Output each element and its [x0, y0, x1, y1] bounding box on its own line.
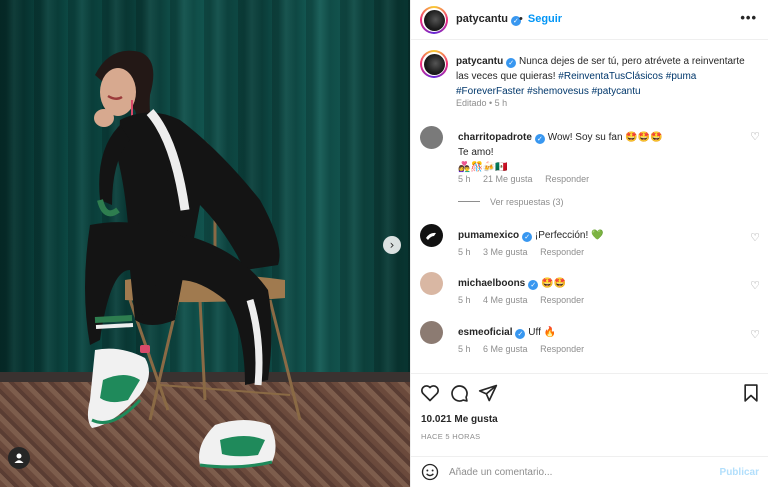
- edited-timestamp: Editado • 5 h: [456, 98, 508, 108]
- view-replies-label: Ver respuestas (3): [490, 197, 564, 207]
- caption-avatar[interactable]: [420, 50, 448, 78]
- comment-username[interactable]: charritopadrote: [458, 132, 532, 143]
- more-options-icon[interactable]: •••: [740, 10, 757, 25]
- comment-body-line-2: Te amo!: [458, 147, 494, 158]
- comment-body: Uff 🔥: [528, 327, 557, 338]
- comment-body: 🤩🤩: [541, 278, 566, 289]
- verified-badge-icon: ✓: [534, 134, 545, 144]
- reply-button[interactable]: Responder: [545, 174, 589, 184]
- post-time[interactable]: HACE 5 HORAS: [421, 432, 480, 441]
- comment-time[interactable]: 5 h: [458, 174, 471, 184]
- comment-heart-icon[interactable]: ♡: [750, 328, 760, 341]
- comment-heart-icon[interactable]: ♡: [750, 231, 760, 244]
- comment-text: charritopadrote ✓ Wow! Soy su fan 🤩🤩🤩 Te …: [458, 130, 748, 175]
- comment-heart-icon[interactable]: ♡: [750, 130, 760, 143]
- follow-label: Seguir: [527, 13, 563, 25]
- hashtag-link[interactable]: #ForeverFaster: [456, 86, 524, 97]
- comment-avatar[interactable]: [420, 321, 443, 344]
- comment-time[interactable]: 5 h: [458, 247, 471, 257]
- replies-line: [458, 201, 480, 202]
- emoji-icon[interactable]: [421, 463, 439, 481]
- comment-likes[interactable]: 6 Me gusta: [483, 344, 528, 354]
- user-tag-icon[interactable]: [8, 447, 30, 469]
- comment-likes[interactable]: 4 Me gusta: [483, 295, 528, 305]
- post-image[interactable]: ›: [0, 0, 410, 487]
- comment-heart-icon[interactable]: ♡: [750, 279, 760, 292]
- verified-badge-icon: ✓: [528, 280, 539, 290]
- hashtag-link[interactable]: #puma: [666, 71, 697, 82]
- verified-badge-icon: ✓: [515, 329, 526, 339]
- author-avatar[interactable]: [420, 6, 448, 34]
- caption-username[interactable]: patycantu: [456, 56, 503, 67]
- comment-body: Wow! Soy su fan 🤩🤩🤩: [547, 132, 663, 143]
- reply-button[interactable]: Responder: [540, 344, 584, 354]
- post-actions: 10.021 Me gusta HACE 5 HORAS Publicar: [411, 373, 768, 486]
- comment-time[interactable]: 5 h: [458, 344, 471, 354]
- comment-username[interactable]: pumamexico: [458, 230, 519, 241]
- separator-dot: •: [519, 13, 523, 25]
- comment-meta: 5 h 6 Me gusta Responder: [458, 344, 594, 354]
- comment-likes[interactable]: 3 Me gusta: [483, 247, 528, 257]
- comment-body: ¡Perfección! 💚: [534, 230, 604, 241]
- follow-button[interactable]: • Seguir: [519, 13, 562, 25]
- comment-text: michaelboons ✓ 🤩🤩: [458, 276, 748, 291]
- comment-text: pumamexico ✓ ¡Perfección! 💚: [458, 228, 748, 243]
- comment-input[interactable]: [449, 463, 699, 481]
- comment-meta: 5 h 21 Me gusta Responder: [458, 174, 599, 184]
- verified-badge-icon: ✓: [522, 232, 533, 242]
- comment-username[interactable]: michaelboons: [458, 278, 525, 289]
- comment-bar: Publicar: [411, 456, 768, 487]
- verified-badge-icon: ✓: [506, 58, 517, 68]
- chevron-right-icon[interactable]: ›: [383, 236, 401, 254]
- reply-button[interactable]: Responder: [540, 247, 584, 257]
- view-replies-button[interactable]: Ver respuestas (3): [458, 197, 564, 207]
- comment-meta: 5 h 3 Me gusta Responder: [458, 247, 594, 257]
- comment-username[interactable]: esmeoficial: [458, 327, 512, 338]
- post-header: patycantu ✓ • Seguir •••: [411, 0, 768, 40]
- comment-likes[interactable]: 21 Me gusta: [483, 174, 533, 184]
- comment-body-line-3: 👩‍❤️‍👨🎊🍻🇲🇽: [458, 162, 508, 173]
- caption-text: patycantu ✓ Nunca dejes de ser tú, pero a…: [456, 54, 756, 99]
- comment-avatar[interactable]: [420, 126, 443, 149]
- heart-icon[interactable]: [420, 383, 440, 403]
- hashtag-link[interactable]: #ReinventaTusClásicos: [558, 71, 663, 82]
- author-username[interactable]: patycantu ✓: [456, 13, 521, 26]
- comment-text: esmeoficial ✓ Uff 🔥: [458, 325, 748, 340]
- comment-avatar[interactable]: [420, 224, 443, 247]
- reply-button[interactable]: Responder: [540, 295, 584, 305]
- publish-button[interactable]: Publicar: [720, 467, 759, 478]
- post-sidebar: patycantu ✓ • Seguir ••• patycantu ✓ Nunca …: [410, 0, 768, 487]
- likes-count[interactable]: 10.021 Me gusta: [421, 414, 498, 425]
- comment-avatar[interactable]: [420, 272, 443, 295]
- comment-meta: 5 h 4 Me gusta Responder: [458, 295, 594, 305]
- share-icon[interactable]: [478, 383, 498, 403]
- comment-time[interactable]: 5 h: [458, 295, 471, 305]
- hashtag-link[interactable]: #shemovesus: [527, 86, 589, 97]
- hashtag-link[interactable]: #patycantu: [592, 86, 641, 97]
- bookmark-icon[interactable]: [741, 383, 761, 403]
- comment-icon[interactable]: [449, 383, 469, 403]
- woman-figure: [85, 50, 302, 469]
